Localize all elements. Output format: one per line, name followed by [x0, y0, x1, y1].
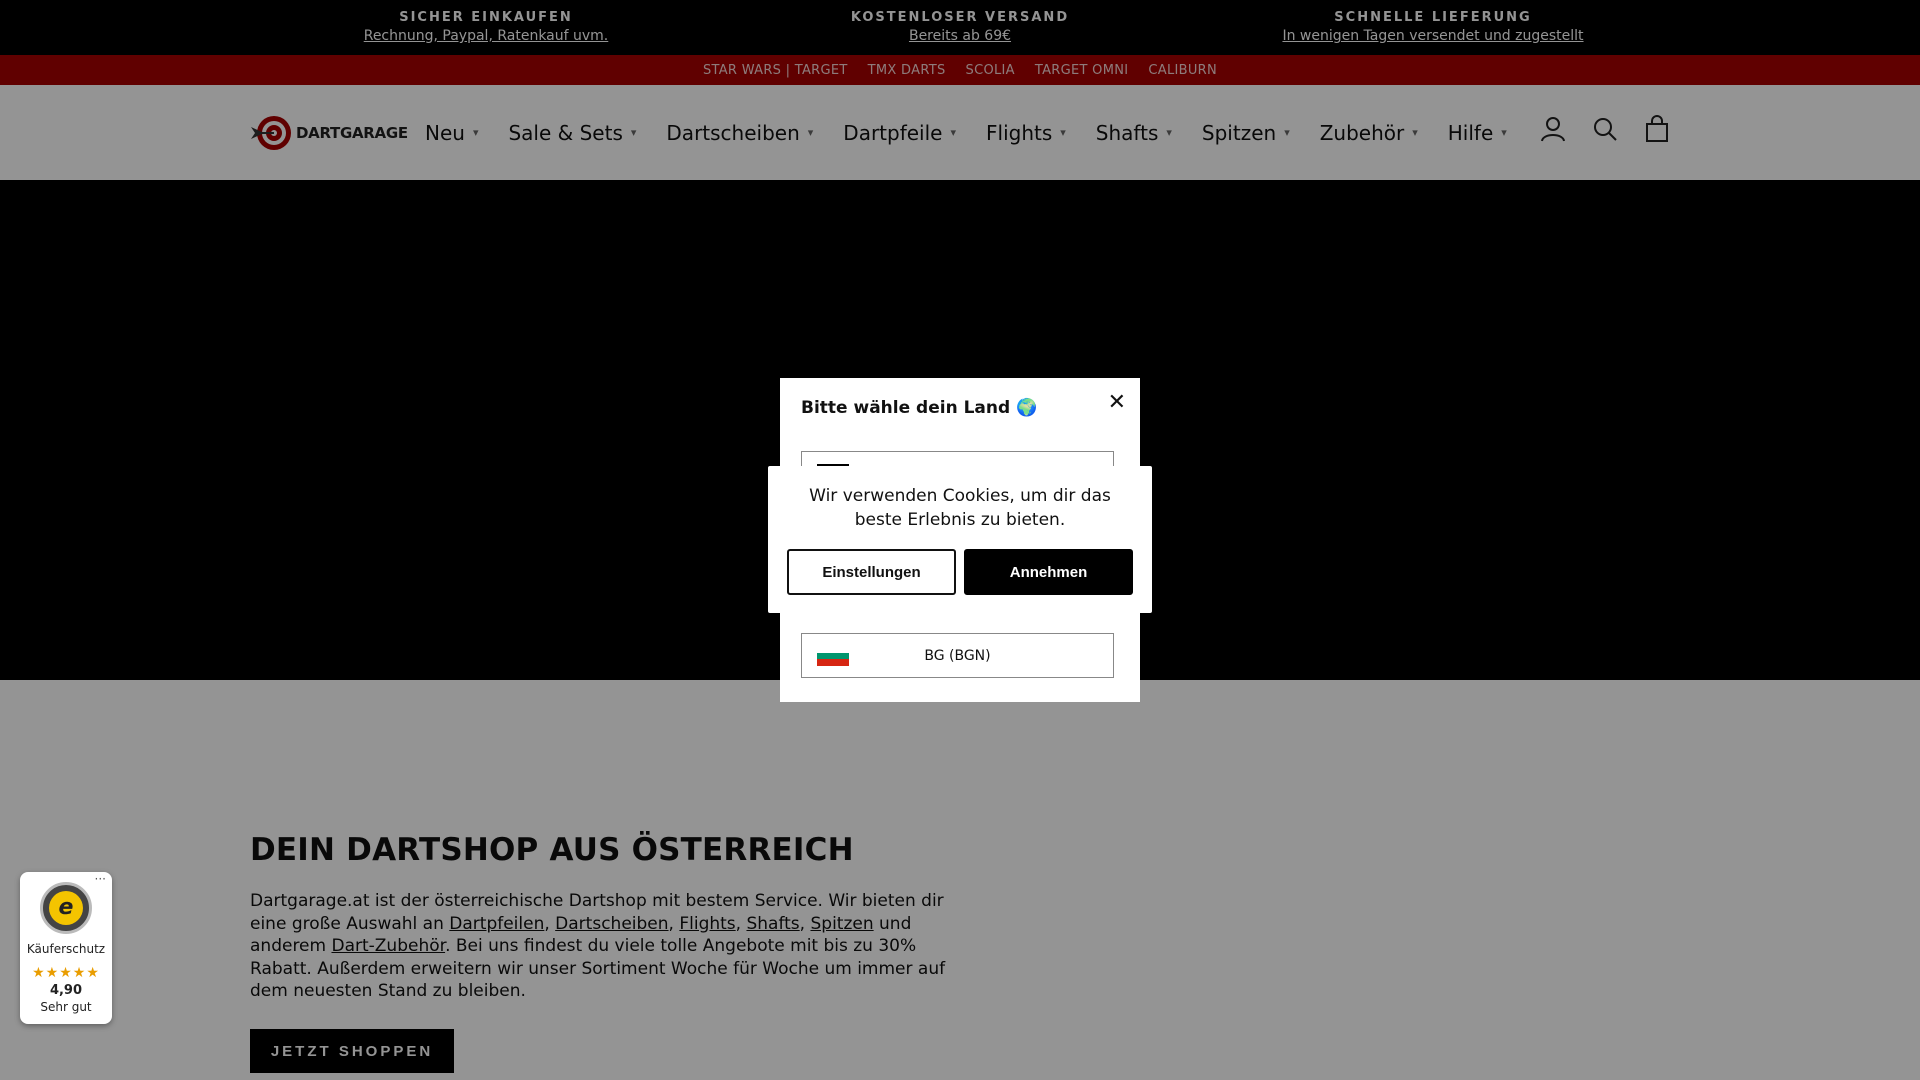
- trusted-shops-seal-icon: e: [40, 882, 92, 934]
- country-option-bg[interactable]: BG (BGN): [801, 633, 1114, 678]
- cookie-accept-button[interactable]: Annehmen: [964, 549, 1133, 595]
- cookie-banner: Wir verwenden Cookies, um dir das beste …: [768, 466, 1152, 613]
- more-options-icon[interactable]: ···: [95, 872, 106, 886]
- cookie-settings-button[interactable]: Einstellungen: [787, 549, 956, 595]
- seal-letter: e: [49, 891, 83, 925]
- bulgaria-flag-icon: [817, 645, 849, 666]
- rating-grade: Sehr gut: [40, 1000, 92, 1014]
- rating-score: 4,90: [49, 983, 83, 998]
- country-modal-title: Bitte wähle dein Land 🌍: [801, 398, 1038, 418]
- rating-stars-icon: ★★★★★: [32, 965, 100, 981]
- badge-label: Käuferschutz: [26, 942, 106, 956]
- trusted-shops-badge[interactable]: ··· e Käuferschutz ★★★★★ 4,90 Sehr gut: [20, 872, 112, 1024]
- cookie-text: Wir verwenden Cookies, um dir das beste …: [809, 486, 1111, 530]
- close-icon[interactable]: ✕: [1108, 390, 1126, 415]
- country-option-label: BG (BGN): [924, 647, 991, 664]
